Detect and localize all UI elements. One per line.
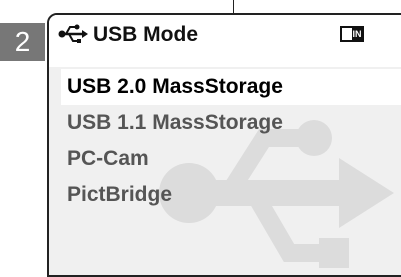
step-number-badge: 2 [0,23,45,61]
menu-area: USB 2.0 MassStorage USB 1.1 MassStorage … [49,67,401,275]
screen-header: USB Mode IN [49,15,401,65]
usb-mode-menu: USB 2.0 MassStorage USB 1.1 MassStorage … [49,69,401,213]
menu-item-usb20-massstorage[interactable]: USB 2.0 MassStorage [61,69,401,105]
memory-label: IN [352,28,362,40]
usb-icon [57,24,89,49]
camera-lcd-screen: USB Mode IN USB 2.0 MassStorage USB 1.1 … [47,13,401,277]
menu-item-pc-cam[interactable]: PC-Cam [61,141,401,177]
screen-title: USB Mode [93,23,198,46]
menu-item-usb11-massstorage[interactable]: USB 1.1 MassStorage [61,105,401,141]
divider-vertical [233,0,234,14]
menu-item-pictbridge[interactable]: PictBridge [61,177,401,213]
internal-memory-icon: IN [340,26,364,42]
